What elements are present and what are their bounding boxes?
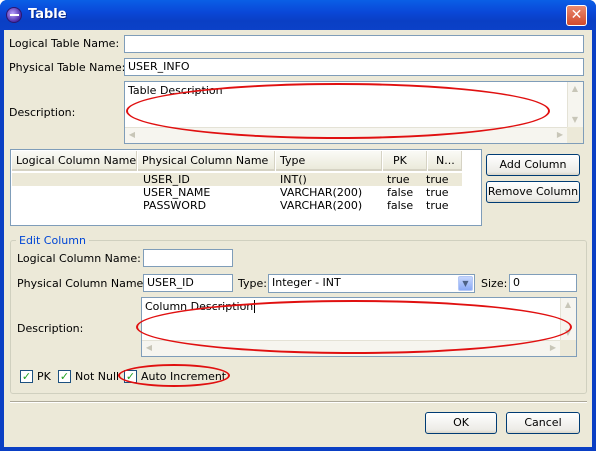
edit-column-title: Edit Column: [16, 234, 89, 247]
column-header-logical[interactable]: Logical Column Name: [12, 151, 137, 171]
not-null-checkbox[interactable]: ✓: [58, 370, 71, 383]
check-icon: ✓: [21, 370, 32, 383]
cell-type: INT(): [280, 173, 307, 186]
cell-not-null: true: [426, 186, 449, 199]
columns-table[interactable]: Logical Column Name Physical Column Name…: [10, 149, 482, 226]
column-description-horizontal-scrollbar[interactable]: ◀ ▶: [142, 340, 560, 356]
cell-not-null: true: [426, 199, 449, 212]
size-input[interactable]: 0: [509, 274, 577, 292]
scroll-down-icon[interactable]: ▼: [568, 113, 582, 127]
physical-table-name-input[interactable]: USER_INFO: [124, 58, 584, 76]
add-column-button[interactable]: Add Column: [486, 154, 580, 176]
size-label: Size:: [481, 277, 508, 290]
scroll-up-icon[interactable]: ▲: [568, 82, 582, 96]
type-select-value: Integer - INT: [272, 276, 341, 289]
description-vertical-scrollbar[interactable]: ▲ ▼: [567, 82, 583, 127]
table-row[interactable]: USER_NAME VARCHAR(200) false true: [12, 186, 462, 199]
scroll-up-icon[interactable]: ▲: [561, 298, 575, 312]
logical-table-name-input[interactable]: [124, 35, 584, 53]
cell-physical: PASSWORD: [143, 199, 207, 212]
pk-checkbox[interactable]: ✓: [20, 370, 33, 383]
cell-pk: false: [387, 186, 414, 199]
not-null-label: Not Null: [75, 370, 120, 383]
check-icon: ✓: [59, 370, 70, 383]
description-horizontal-scrollbar[interactable]: ◀ ▶: [125, 127, 567, 143]
eclipse-icon: [6, 7, 22, 23]
type-select[interactable]: Integer - INT ▼: [268, 274, 475, 293]
scroll-left-icon[interactable]: ◀: [142, 341, 156, 355]
description-textarea[interactable]: Table Description ▲ ▼ ◀ ▶: [124, 81, 584, 144]
cell-type: VARCHAR(200): [280, 186, 363, 199]
column-description-label: Description:: [17, 322, 84, 335]
logical-column-name-input[interactable]: [143, 249, 233, 267]
column-description-text: Column Description: [145, 300, 256, 313]
auto-increment-label: Auto Increment: [141, 370, 227, 383]
title-bar[interactable]: Table ✕: [0, 0, 596, 30]
column-header-not-null[interactable]: N...: [428, 151, 462, 171]
check-icon: ✓: [125, 370, 136, 383]
dialog-window: Table ✕ Logical Table Name: Physical Tab…: [0, 0, 596, 451]
cell-physical: USER_NAME: [143, 186, 211, 199]
chevron-down-icon[interactable]: ▼: [458, 276, 473, 291]
cancel-button[interactable]: Cancel: [506, 412, 580, 434]
column-header-type[interactable]: Type: [276, 151, 382, 171]
window-title: Table: [28, 7, 67, 22]
logical-column-name-label: Logical Column Name:: [17, 252, 141, 265]
column-description-vertical-scrollbar[interactable]: ▲ ▼: [560, 298, 576, 340]
auto-increment-checkbox[interactable]: ✓: [124, 370, 137, 383]
physical-column-name-input[interactable]: USER_ID: [143, 274, 233, 292]
pk-label: PK: [37, 370, 51, 383]
scroll-down-icon[interactable]: ▼: [561, 326, 575, 340]
description-label: Description:: [9, 106, 76, 119]
close-button[interactable]: ✕: [566, 5, 587, 26]
scroll-corner: [567, 127, 583, 143]
scroll-right-icon[interactable]: ▶: [553, 128, 567, 142]
column-header-physical[interactable]: Physical Column Name: [138, 151, 275, 171]
logical-table-name-label: Logical Table Name:: [9, 37, 120, 50]
cell-pk: true: [387, 173, 410, 186]
cell-not-null: true: [426, 173, 449, 186]
cell-type: VARCHAR(200): [280, 199, 363, 212]
column-description-textarea[interactable]: Column Description ▲ ▼ ◀ ▶: [141, 297, 577, 357]
separator: [10, 401, 587, 403]
remove-column-button[interactable]: Remove Column: [486, 181, 580, 203]
close-icon: ✕: [570, 7, 583, 23]
physical-column-name-label: Physical Column Name:: [17, 277, 148, 290]
description-text: Table Description: [128, 84, 223, 97]
table-row[interactable]: USER_ID INT() true true: [12, 173, 462, 186]
table-row[interactable]: PASSWORD VARCHAR(200) false true: [12, 199, 462, 212]
ok-button[interactable]: OK: [425, 412, 497, 434]
column-header-pk[interactable]: PK: [383, 151, 427, 171]
cell-pk: false: [387, 199, 414, 212]
dialog-body: Logical Table Name: Physical Table Name:…: [4, 30, 592, 447]
scroll-right-icon[interactable]: ▶: [546, 341, 560, 355]
cell-physical: USER_ID: [143, 173, 190, 186]
physical-table-name-label: Physical Table Name:: [9, 61, 126, 74]
type-label: Type:: [238, 277, 267, 290]
scroll-left-icon[interactable]: ◀: [125, 128, 139, 142]
scroll-corner: [560, 340, 576, 356]
